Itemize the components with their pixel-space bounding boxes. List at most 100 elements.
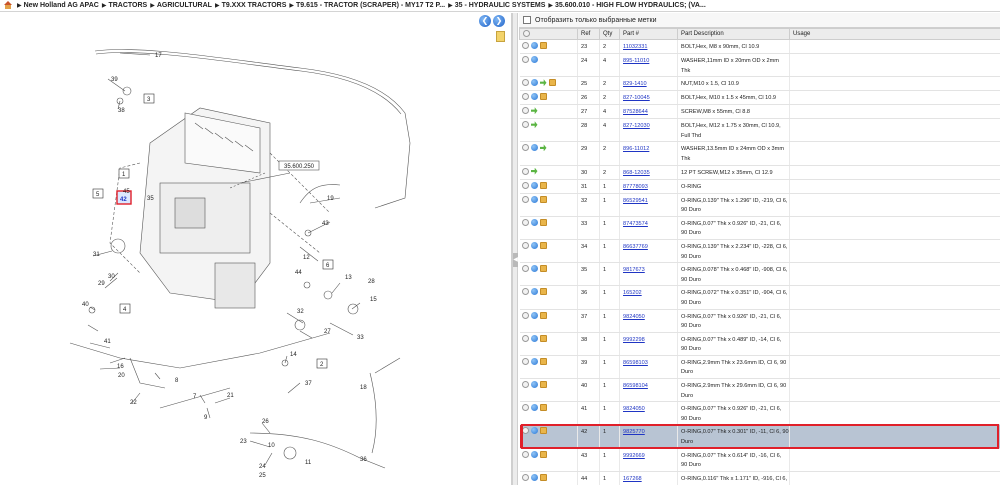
table-row[interactable]: 24 4 895-11010 WASHER,11mm ID x 20mm OD x 2…	[519, 53, 1000, 78]
info-icon[interactable]	[530, 473, 538, 481]
table-row[interactable]: 32 1 86529541 O-RING,0.139" Thk x 1.296" ID…	[519, 193, 1000, 217]
substitute-arrow-icon[interactable]	[539, 79, 547, 87]
info-icon[interactable]	[530, 218, 538, 226]
package-icon[interactable]	[539, 288, 547, 296]
info-icon[interactable]	[530, 42, 538, 50]
info-icon[interactable]	[530, 288, 538, 296]
part-number-link[interactable]: 896-11012	[623, 146, 649, 152]
info-icon[interactable]	[530, 195, 538, 203]
diagram-label-11[interactable]: 11	[305, 460, 312, 466]
select-row-icon[interactable]	[521, 195, 529, 203]
package-icon[interactable]	[539, 427, 547, 435]
package-icon[interactable]	[539, 93, 547, 101]
table-row[interactable]: 39 1 86598103 O-RING,2.9mm Thk x 23.6mm ID,…	[519, 355, 1000, 380]
info-icon[interactable]	[530, 334, 538, 342]
table-row[interactable]: 31 1 87778093 O-RING	[519, 179, 1000, 194]
table-row[interactable]: 43 1 9992669 O-RING,0.07" Thk x 0.614" ID, …	[519, 448, 1000, 472]
cell-part-number[interactable]: 829-1410	[619, 76, 678, 92]
table-row[interactable]: 42 1 9825770 O-RING,0.07" Thk x 0.301" ID, …	[519, 424, 1000, 449]
table-row[interactable]: 25 2 829-1410 NUT,M10 x 1.5, Cl 10.9	[519, 76, 1000, 92]
ref-callout-text[interactable]: 35.600.250	[284, 164, 315, 170]
diagram-label-38[interactable]: 38	[118, 108, 125, 114]
table-row[interactable]: 37 1 9824050 O-RING,0.07" Thk x 0.926" ID, …	[519, 309, 1000, 333]
part-number-link[interactable]: 829-1410	[623, 81, 647, 87]
diagram-label-15[interactable]: 15	[370, 297, 377, 303]
select-row-icon[interactable]	[521, 450, 529, 458]
info-icon[interactable]	[530, 357, 538, 365]
substitute-arrow-icon[interactable]	[530, 121, 538, 129]
part-number-link[interactable]: 86637769	[623, 244, 648, 250]
package-icon[interactable]	[539, 265, 547, 273]
table-row[interactable]: 44 1 167268 O-RING,0.116" Thk x 1.171" ID, …	[519, 471, 1000, 485]
table-row[interactable]: 26 2 827-10045 BOLT,Hex, M10 x 1.5 x 45mm, …	[519, 90, 1000, 106]
header-ref[interactable]: Ref	[577, 28, 600, 40]
package-icon[interactable]	[539, 181, 547, 189]
cell-part-number[interactable]: 896-11012	[619, 141, 678, 166]
part-number-link[interactable]: 87473574	[623, 221, 648, 227]
info-icon[interactable]	[530, 181, 538, 189]
diagram-label-43[interactable]: 43	[322, 221, 329, 227]
show-selected-only-checkbox[interactable]	[523, 16, 531, 24]
breadcrumb-item[interactable]: ▶ New Holland AG APAC	[17, 2, 99, 9]
select-row-icon[interactable]	[521, 56, 529, 64]
diagram-label-41[interactable]: 41	[104, 339, 111, 345]
part-number-link[interactable]: 86529541	[623, 198, 648, 204]
part-number-link[interactable]: 165202	[623, 290, 642, 296]
table-row[interactable]: 23 2 11032331 BOLT,Hex, M8 x 90mm, Cl 10.9	[519, 39, 1000, 54]
info-icon[interactable]	[530, 311, 538, 319]
diagram-label-16[interactable]: 16	[117, 364, 124, 370]
diagram-label-19[interactable]: 19	[327, 196, 334, 202]
diagram-label-40[interactable]: 40	[82, 302, 89, 308]
cell-part-number[interactable]: 86529541	[619, 193, 678, 217]
diagram-label-33[interactable]: 33	[357, 335, 364, 341]
diagram-label-20[interactable]: 20	[118, 373, 125, 379]
cell-part-number[interactable]: 86637769	[619, 239, 678, 264]
cell-part-number[interactable]: 11032331	[619, 39, 678, 54]
table-row[interactable]: 38 1 9992298 O-RING,0.07" Thk x 0.489" ID, …	[519, 332, 1000, 356]
select-row-icon[interactable]	[521, 381, 529, 389]
package-icon[interactable]	[548, 79, 556, 87]
select-all-icon[interactable]	[523, 30, 530, 38]
diagram-label-21[interactable]: 21	[227, 393, 234, 399]
breadcrumb-item[interactable]: ▶ 35.600.010 - HIGH FLOW HYDRAULICS; (VA.…	[548, 2, 705, 9]
cell-part-number[interactable]: 9824050	[619, 401, 678, 426]
package-icon[interactable]	[539, 42, 547, 50]
select-row-icon[interactable]	[521, 265, 529, 273]
cell-part-number[interactable]: 9817673	[619, 262, 678, 287]
info-icon[interactable]	[530, 56, 538, 64]
cell-part-number[interactable]: 87473574	[619, 216, 678, 240]
diagram-label-18[interactable]: 18	[360, 385, 367, 391]
diagram-label-36[interactable]: 36	[360, 457, 367, 463]
breadcrumb-item[interactable]: ▶ T9.615 - TRACTOR (SCRAPER) - MY17 T2 P.…	[289, 2, 445, 9]
table-row[interactable]: 28 4 827-12030 BOLT,Hex, M12 x 1.75 x 30mm,…	[519, 118, 1000, 143]
cell-part-number[interactable]: 827-10045	[619, 90, 678, 106]
next-diagram-button[interactable]: ❯	[493, 15, 505, 27]
part-number-link[interactable]: 9817673	[623, 267, 645, 273]
diagram-label-27[interactable]: 27	[324, 329, 331, 335]
table-row[interactable]: 35 1 9817673 O-RING,0.078" Thk x 0.468" ID,…	[519, 262, 1000, 287]
info-icon[interactable]	[530, 241, 538, 249]
info-icon[interactable]	[530, 450, 538, 458]
table-row[interactable]: 41 1 9824050 O-RING,0.07" Thk x 0.926" ID, …	[519, 401, 1000, 426]
package-icon[interactable]	[539, 357, 547, 365]
header-usage[interactable]: Usage	[789, 28, 1000, 40]
package-icon[interactable]	[539, 404, 547, 412]
home-icon[interactable]	[3, 1, 13, 10]
breadcrumb-item[interactable]: ▶ AGRICULTURAL	[150, 2, 212, 9]
header-actions[interactable]	[519, 28, 578, 40]
select-row-icon[interactable]	[521, 427, 529, 435]
diagram-label-7[interactable]: 7	[193, 394, 197, 400]
table-row[interactable]: 30 2 868-12035 12 PT SCREW,M12 x 35mm, Cl 1…	[519, 165, 1000, 180]
note-icon[interactable]	[496, 31, 505, 42]
info-icon[interactable]	[530, 404, 538, 412]
cell-part-number[interactable]: 86598103	[619, 355, 678, 380]
diagram-label-42[interactable]: 42	[120, 197, 127, 203]
diagram-label-25[interactable]: 25	[259, 473, 266, 479]
select-row-icon[interactable]	[521, 311, 529, 319]
info-icon[interactable]	[530, 144, 538, 152]
header-qty[interactable]: Qty	[599, 28, 620, 40]
part-number-link[interactable]: 827-10045	[623, 95, 650, 101]
panel-splitter[interactable]: ◀	[512, 13, 518, 485]
info-icon[interactable]	[530, 381, 538, 389]
select-row-icon[interactable]	[521, 42, 529, 50]
